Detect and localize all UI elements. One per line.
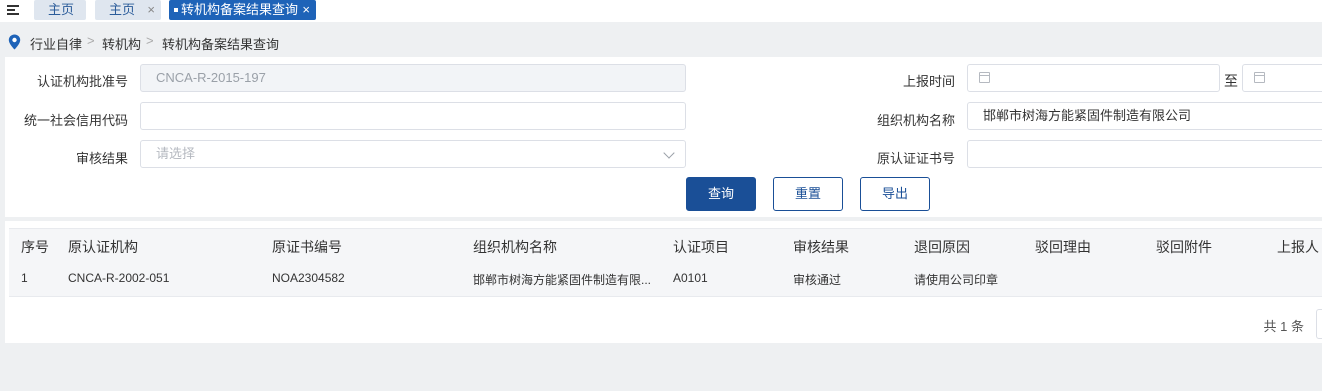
credit-code-input[interactable]	[140, 102, 686, 130]
column-header-reject-attachment: 驳回附件	[1156, 239, 1212, 255]
breadcrumb-item-transfer[interactable]: 转机构	[102, 34, 141, 53]
breadcrumb-separator: >	[146, 33, 154, 48]
orig-cert-no-label: 原认证证书号	[876, 151, 955, 166]
org-name-label: 组织机构名称	[876, 113, 955, 128]
table-row[interactable]: 1 CNCA-R-2002-051 NOA2304582 邯郸市树海方能紧固件制…	[9, 260, 1322, 297]
tab-label: 主页	[48, 2, 75, 17]
column-header-orig-org: 原认证机构	[68, 239, 138, 255]
query-button[interactable]: 查询	[686, 177, 756, 211]
table-header: 序号 原认证机构 原证书编号 组织机构名称 认证项目 审核结果 退回原因 驳回理…	[9, 228, 1322, 262]
close-icon[interactable]: ×	[147, 0, 155, 20]
credit-code-label: 统一社会信用代码	[23, 113, 128, 128]
reset-button[interactable]: 重置	[773, 177, 843, 211]
page-size-select[interactable]	[1316, 309, 1322, 339]
calendar-icon	[979, 72, 990, 83]
tab-label: 主页	[109, 2, 136, 17]
location-pin-icon	[8, 34, 21, 50]
cell-orig-cert-no: NOA2304582	[272, 271, 345, 285]
cell-review-result: 审核通过	[793, 273, 842, 287]
report-time-label: 上报时间	[902, 74, 955, 89]
approval-no-field: CNCA-R-2015-197	[140, 64, 686, 92]
column-header-review-result: 审核结果	[793, 239, 849, 255]
breadcrumb-separator: >	[87, 33, 95, 48]
approval-no-label: 认证机构批准号	[36, 74, 128, 89]
review-result-label: 审核结果	[75, 151, 128, 166]
cell-orig-org: CNCA-R-2002-051	[68, 271, 170, 285]
cell-index: 1	[21, 271, 28, 285]
column-header-return-reason: 退回原因	[914, 239, 970, 255]
breadcrumb: 行业自律 > 转机构 > 转机构备案结果查询	[0, 28, 1322, 56]
org-name-value: 邯郸市树海方能紧固件制造有限公司	[983, 108, 1192, 123]
cell-return-reason: 请使用公司印章	[914, 273, 999, 287]
review-result-placeholder: 请选择	[156, 146, 196, 161]
results-panel: 序号 原认证机构 原证书编号 组织机构名称 认证项目 审核结果 退回原因 驳回理…	[5, 221, 1322, 343]
breadcrumb-item-current: 转机构备案结果查询	[162, 37, 280, 52]
review-result-select[interactable]: 请选择	[140, 140, 686, 168]
close-icon[interactable]: ×	[302, 0, 310, 20]
column-header-orig-cert-no: 原证书编号	[272, 239, 342, 255]
pagination-total: 共 1 条	[1263, 319, 1304, 334]
approval-no-value: CNCA-R-2015-197	[156, 70, 266, 85]
active-dot-icon	[174, 8, 178, 12]
tab-transfer-query[interactable]: 转机构备案结果查询 ×	[169, 0, 316, 20]
column-header-reject-reason: 驳回理由	[1035, 239, 1091, 255]
cell-org-name: 邯郸市树海方能紧固件制造有限...	[473, 273, 652, 287]
tab-home-2[interactable]: 主页 ×	[95, 0, 161, 20]
date-range-to: 至	[1224, 73, 1238, 89]
cell-cert-item: A0101	[673, 271, 708, 285]
breadcrumb-item-industry[interactable]: 行业自律	[30, 34, 82, 53]
report-time-end-field[interactable]	[1242, 64, 1322, 92]
search-panel: 认证机构批准号 CNCA-R-2015-197 上报时间 至 统一社会信用代码 …	[5, 57, 1322, 217]
column-header-org-name: 组织机构名称	[473, 239, 557, 255]
column-header-index: 序号	[21, 239, 49, 255]
column-header-reporter: 上报人	[1277, 239, 1319, 255]
tab-bar: 主页 主页 × 转机构备案结果查询 ×	[0, 0, 1322, 22]
column-header-cert-item: 认证项目	[673, 239, 729, 255]
org-name-input[interactable]: 邯郸市树海方能紧固件制造有限公司	[967, 102, 1322, 130]
calendar-icon	[1254, 72, 1265, 83]
chevron-down-icon	[663, 147, 675, 159]
report-time-start-field[interactable]	[967, 64, 1220, 92]
export-button[interactable]: 导出	[860, 177, 930, 211]
tab-home-1[interactable]: 主页	[34, 0, 86, 20]
tab-label: 转机构备案结果查询	[181, 2, 299, 17]
orig-cert-no-input[interactable]	[967, 140, 1322, 168]
menu-toggle-icon[interactable]	[7, 3, 21, 17]
